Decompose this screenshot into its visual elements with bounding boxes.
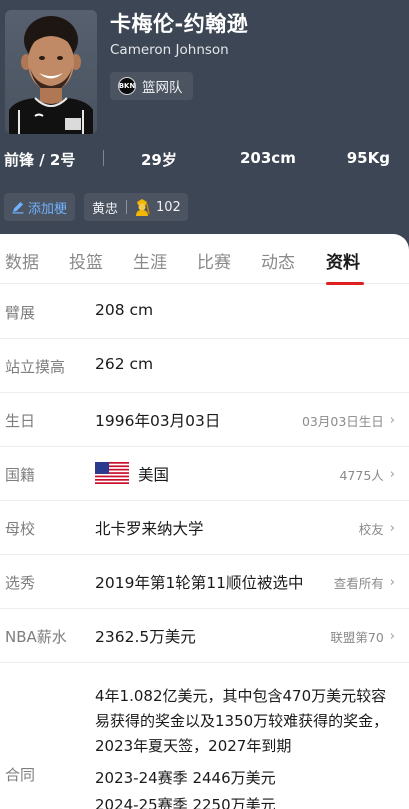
tab-shooting[interactable]: 投篮 (69, 248, 103, 273)
row-label: 站立摸高 (5, 358, 66, 376)
team-logo-icon: BKN (118, 77, 136, 95)
tab-career[interactable]: 生涯 (133, 248, 167, 273)
row-value: 美国 (138, 466, 170, 484)
nationality-link[interactable]: 4775人 › (339, 465, 395, 484)
row-nationality[interactable]: 国籍 美国 4775人 › (0, 447, 409, 501)
row-wingspan: 臂展 208 cm (0, 285, 409, 339)
general-avatar-icon (136, 199, 150, 216)
tab-news[interactable]: 动态 (261, 248, 295, 273)
player-photo (5, 10, 97, 134)
fan-divider (126, 200, 128, 214)
tab-bar: 数据 投篮 生涯 比赛 动态 资料 (0, 234, 409, 285)
profile-card: 数据 投篮 生涯 比赛 动态 资料 臂展 208 cm 站立摸高 262 cm … (0, 234, 409, 809)
row-label: 选秀 (5, 574, 36, 592)
row-label: 母校 (5, 520, 36, 538)
tab-profile[interactable]: 资料 (326, 248, 360, 273)
player-weight: 95Kg (346, 149, 390, 167)
row-value: 北卡罗来纳大学 (95, 520, 204, 538)
fan-label: 黄忠 (92, 201, 119, 217)
row-label: NBA薪水 (5, 628, 67, 646)
row-birthday[interactable]: 生日 1996年03月03日 03月03日生日 › (0, 393, 409, 447)
row-salary[interactable]: NBA薪水 2362.5万美元 联盟第70 › (0, 609, 409, 663)
nationality-count: 4775人 (339, 468, 384, 483)
birthday-link[interactable]: 03月03日生日 › (302, 411, 395, 430)
stats-divider (103, 150, 104, 166)
view-all-draft-link[interactable]: 查看所有 › (334, 573, 395, 592)
view-all-text: 查看所有 (333, 576, 384, 591)
chevron-right-icon: › (389, 575, 395, 590)
fan-badge[interactable]: 黄忠 102 (84, 193, 188, 221)
contract-season: 2023-24赛季 2446万美元 (95, 769, 276, 787)
row-label: 生日 (5, 412, 36, 430)
row-contract: 合同 4年1.082亿美元，其中包含470万美元较容易获得的奖金以及1350万较… (0, 674, 409, 809)
player-height: 203cm (240, 149, 296, 167)
add-tag-label: 添加梗 (28, 201, 68, 217)
contract-season: 2024-25赛季 2250万美元 (95, 796, 276, 809)
row-draft[interactable]: 选秀 2019年第1轮第11顺位被选中 查看所有 › (0, 555, 409, 609)
fan-count: 102 (156, 199, 181, 215)
pencil-icon (12, 202, 24, 214)
tab-data[interactable]: 数据 (5, 248, 39, 273)
salary-rank-link[interactable]: 联盟第70 › (330, 627, 395, 646)
row-value: 262 cm (95, 355, 154, 373)
player-name-cn: 卡梅伦-约翰逊 (110, 12, 249, 36)
row-college[interactable]: 母校 北卡罗来纳大学 校友 › (0, 501, 409, 555)
row-label: 臂展 (5, 304, 36, 322)
row-label: 合同 (5, 766, 36, 784)
us-flag-icon (95, 462, 129, 484)
row-label: 国籍 (5, 466, 36, 484)
salary-rank-text: 联盟第70 (330, 630, 384, 645)
chevron-right-icon: › (389, 413, 395, 428)
player-stats-row: 前锋 / 2号 29岁 203cm 95Kg (0, 146, 409, 172)
tab-games[interactable]: 比赛 (197, 248, 231, 273)
position-number: 前锋 / 2号 (4, 151, 76, 169)
player-name-en: Cameron Johnson (110, 42, 229, 58)
alumni-link[interactable]: 校友 › (359, 519, 395, 538)
row-value: 2019年第1轮第11顺位被选中 (95, 574, 304, 592)
chevron-right-icon: › (389, 521, 395, 536)
row-value: 1996年03月03日 (95, 412, 221, 430)
player-portrait-image (9, 16, 93, 134)
player-age: 29岁 (141, 151, 177, 169)
team-name: 篮网队 (142, 80, 183, 96)
row-standing-reach: 站立摸高 262 cm (0, 339, 409, 393)
birthday-link-text: 03月03日生日 (301, 414, 384, 429)
chevron-right-icon: › (389, 629, 395, 644)
row-value: 2362.5万美元 (95, 628, 196, 646)
contract-description: 4年1.082亿美元，其中包含470万美元较容易获得的奖金以及1350万较难获得… (95, 687, 389, 755)
add-tag-button[interactable]: 添加梗 (4, 193, 75, 221)
alumni-link-text: 校友 (358, 522, 384, 537)
row-value: 208 cm (95, 301, 154, 319)
team-chip[interactable]: BKN 篮网队 (110, 72, 193, 100)
player-header: 卡梅伦-约翰逊 Cameron Johnson BKN 篮网队 前锋 / 2号 … (0, 0, 409, 250)
chevron-right-icon: › (389, 467, 395, 482)
